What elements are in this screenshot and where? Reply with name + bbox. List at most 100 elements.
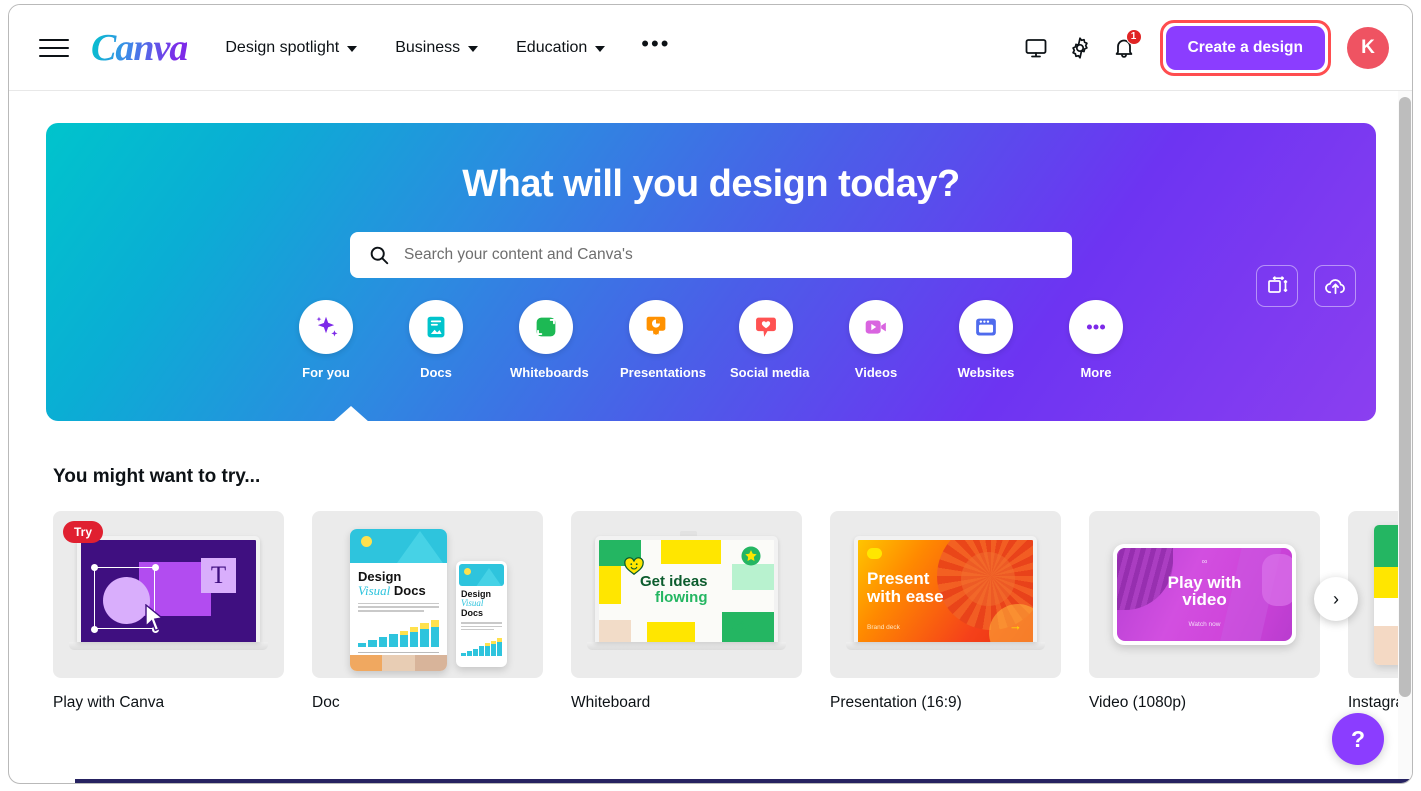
laptop-screen: Get ideas flowing 100 bbox=[595, 536, 778, 642]
arrow-right-icon: → bbox=[1009, 618, 1022, 633]
nav-label: Design spotlight bbox=[225, 38, 340, 56]
page-scrollbar-thumb[interactable] bbox=[1399, 97, 1411, 697]
category-videos[interactable]: Videos bbox=[840, 300, 912, 380]
hundred-heart-sticker: 100 bbox=[727, 612, 751, 634]
search-icon bbox=[370, 246, 389, 265]
browser-icon bbox=[959, 300, 1013, 354]
brand-mark bbox=[867, 548, 882, 559]
chevron-down-icon bbox=[347, 45, 358, 52]
hamburger-menu-icon[interactable] bbox=[39, 33, 69, 63]
ellipsis-icon bbox=[1069, 300, 1123, 354]
category-docs[interactable]: Docs bbox=[400, 300, 472, 380]
card-thumbnail: Get ideas flowing 100 bbox=[571, 511, 802, 678]
whiteboard-icon bbox=[519, 300, 573, 354]
category-label: For you bbox=[302, 365, 350, 380]
hero-title: What will you design today? bbox=[462, 163, 960, 205]
laptop-screen: Present with ease Brand deck → bbox=[854, 536, 1037, 642]
active-category-indicator bbox=[333, 406, 369, 421]
slide-subtitle: Brand deck bbox=[867, 624, 900, 631]
whiteboard-mockup: Get ideas flowing 100 bbox=[587, 531, 786, 650]
presentation-icon bbox=[629, 300, 683, 354]
window-bottom-accent bbox=[75, 779, 1412, 783]
card-thumbnail: Design Visual Docs Design Visual Docs bbox=[312, 511, 543, 678]
card-thumbnail: ∞ Play with video Watch now bbox=[1089, 511, 1320, 678]
category-for-you[interactable]: For you bbox=[290, 300, 362, 380]
suggestion-card-presentation[interactable]: Present with ease Brand deck → Presentat… bbox=[830, 511, 1061, 712]
category-whiteboards[interactable]: Whiteboards bbox=[510, 300, 589, 380]
svg-text:100: 100 bbox=[734, 620, 745, 627]
try-badge: Try bbox=[63, 521, 104, 543]
search-input[interactable] bbox=[404, 246, 1054, 264]
smiley-heart-sticker bbox=[624, 557, 644, 575]
presentation-mockup: Present with ease Brand deck → bbox=[846, 536, 1045, 650]
notifications-bell-icon[interactable]: 1 bbox=[1102, 26, 1146, 70]
suggestion-card-whiteboard[interactable]: Get ideas flowing 100 Whiteboard bbox=[571, 511, 802, 712]
doc-phone-mockup: Design Visual Docs bbox=[456, 561, 507, 667]
card-thumbnail: Try T bbox=[53, 511, 284, 678]
suggestion-card-video[interactable]: ∞ Play with video Watch now Video (1080p… bbox=[1089, 511, 1320, 712]
doc-tablet-mockup: Design Visual Docs bbox=[350, 529, 447, 671]
category-shortcuts: For you Docs Whiteboards Presentations S… bbox=[46, 300, 1376, 380]
heart-bubble-icon bbox=[739, 300, 793, 354]
category-websites[interactable]: Websites bbox=[950, 300, 1022, 380]
category-label: More bbox=[1080, 365, 1112, 380]
help-button[interactable]: ? bbox=[1332, 713, 1384, 765]
video-subtitle: Watch now bbox=[1188, 621, 1221, 628]
laptop-base bbox=[846, 642, 1045, 650]
carousel-next-button[interactable]: › bbox=[1314, 577, 1358, 621]
star-badge-sticker bbox=[741, 546, 761, 566]
suggestions-carousel: Try T Play with Canva Design Visual Docs… bbox=[53, 511, 1412, 712]
gear-icon[interactable] bbox=[1058, 26, 1102, 70]
laptop-base bbox=[587, 642, 786, 650]
card-label: Play with Canva bbox=[53, 694, 165, 711]
user-avatar[interactable]: K bbox=[1347, 26, 1389, 69]
category-label: Videos bbox=[854, 365, 898, 380]
nav-overflow-menu-icon[interactable]: ••• bbox=[641, 32, 670, 57]
document-icon bbox=[409, 300, 463, 354]
cloud-upload-icon[interactable] bbox=[1314, 265, 1356, 307]
category-label: Whiteboards bbox=[510, 365, 589, 380]
nav-label: Education bbox=[516, 38, 588, 56]
card-label: Doc bbox=[312, 694, 340, 711]
card-label: Video (1080p) bbox=[1089, 694, 1187, 711]
top-navigation-bar: Canva Design spotlight Business Educatio… bbox=[9, 5, 1412, 91]
category-label: Presentations bbox=[620, 365, 706, 380]
sparkle-icon bbox=[299, 300, 353, 354]
nav-item-education[interactable]: Education bbox=[516, 38, 606, 57]
category-label: Websites bbox=[957, 365, 1015, 380]
chevron-down-icon bbox=[595, 45, 606, 52]
create-design-highlight: Create a design bbox=[1159, 19, 1331, 76]
card-thumbnail: Present with ease Brand deck → bbox=[830, 511, 1061, 678]
nav-right-cluster: 1 Create a design K bbox=[1014, 19, 1389, 76]
brand-mark: ∞ bbox=[1201, 557, 1208, 566]
text-tool-glyph: T bbox=[201, 558, 236, 593]
laptop-mockup: T bbox=[69, 536, 268, 650]
suggestion-card-play-with-canva[interactable]: Try T Play with Canva bbox=[53, 511, 284, 712]
suggestions-section-title: You might want to try... bbox=[53, 466, 261, 487]
notification-count-badge: 1 bbox=[1125, 28, 1142, 45]
card-label: Presentation (16:9) bbox=[830, 694, 962, 711]
card-label: Whiteboard bbox=[571, 694, 651, 711]
nav-label: Business bbox=[395, 38, 461, 56]
phone-landscape-mockup: ∞ Play with video Watch now bbox=[1113, 544, 1296, 645]
display-icon[interactable] bbox=[1014, 26, 1058, 70]
chevron-down-icon bbox=[468, 45, 479, 52]
nav-item-business[interactable]: Business bbox=[395, 38, 479, 57]
category-label: Social media bbox=[730, 365, 810, 380]
search-bar[interactable] bbox=[350, 232, 1072, 278]
video-camera-icon bbox=[849, 300, 903, 354]
hero-banner: What will you design today? For you bbox=[46, 123, 1376, 421]
nav-item-design-spotlight[interactable]: Design spotlight bbox=[225, 38, 358, 57]
category-presentations[interactable]: Presentations bbox=[620, 300, 706, 380]
laptop-base bbox=[69, 642, 268, 650]
custom-size-icon[interactable] bbox=[1256, 265, 1298, 307]
category-more[interactable]: More bbox=[1060, 300, 1132, 380]
browser-window: Canva Design spotlight Business Educatio… bbox=[8, 4, 1413, 784]
canva-logo[interactable]: Canva bbox=[91, 29, 188, 67]
create-a-design-button[interactable]: Create a design bbox=[1165, 25, 1325, 70]
category-label: Docs bbox=[420, 365, 452, 380]
cursor-icon bbox=[145, 604, 164, 632]
category-social-media[interactable]: Social media bbox=[730, 300, 810, 380]
laptop-screen: T bbox=[77, 536, 260, 642]
suggestion-card-doc[interactable]: Design Visual Docs Design Visual Docs Do… bbox=[312, 511, 543, 712]
